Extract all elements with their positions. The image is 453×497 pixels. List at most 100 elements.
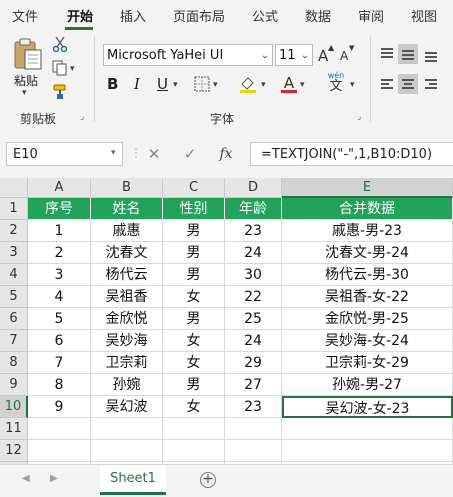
table-cell[interactable]: 男 xyxy=(163,374,225,396)
font-color-dropdown-icon[interactable]: ▾ xyxy=(300,80,305,90)
font-launcher-icon[interactable]: ⌟ xyxy=(357,113,365,122)
empty-cell[interactable] xyxy=(282,440,453,462)
sheet-tab-sheet1[interactable]: Sheet1 xyxy=(100,465,166,495)
empty-cell[interactable] xyxy=(28,418,91,440)
cut-icon[interactable] xyxy=(52,36,68,52)
tab-insert[interactable]: 插入 xyxy=(120,6,146,25)
table-cell[interactable]: 戚惠-男-23 xyxy=(282,220,453,242)
table-cell[interactable]: 孙婉 xyxy=(91,374,163,396)
fill-color-icon[interactable] xyxy=(238,74,258,94)
align-left-icon[interactable] xyxy=(377,74,397,94)
worksheet-grid[interactable]: ABCDE 12345678910111213 序号姓名性别年龄合并数据1戚惠男… xyxy=(0,178,453,484)
row-header-4[interactable]: 4 xyxy=(0,264,28,286)
table-cell[interactable]: 24 xyxy=(225,242,282,264)
name-box-dropdown-icon[interactable]: ▾ xyxy=(111,148,116,158)
table-cell[interactable]: 吴祖香-女-22 xyxy=(282,286,453,308)
table-cell[interactable]: 沈春文-男-24 xyxy=(282,242,453,264)
table-cell[interactable]: 孙婉-男-27 xyxy=(282,374,453,396)
table-cell[interactable]: 男 xyxy=(163,264,225,286)
row-header-3[interactable]: 3 xyxy=(0,242,28,264)
table-cell[interactable]: 女 xyxy=(163,330,225,352)
select-all-corner[interactable] xyxy=(0,178,28,198)
row-header-11[interactable]: 11 xyxy=(0,418,28,440)
column-header-c[interactable]: C xyxy=(163,178,225,198)
table-header-cell[interactable]: 姓名 xyxy=(91,198,163,220)
table-cell[interactable]: 卫宗莉 xyxy=(91,352,163,374)
column-header-e[interactable]: E xyxy=(282,178,453,198)
table-cell[interactable]: 3 xyxy=(28,264,91,286)
empty-cell[interactable] xyxy=(282,418,453,440)
row-header-7[interactable]: 7 xyxy=(0,330,28,352)
column-header-b[interactable]: B xyxy=(91,178,163,198)
table-cell[interactable]: 金欣悦-男-25 xyxy=(282,308,453,330)
underline-dropdown-icon[interactable]: ▾ xyxy=(173,80,178,90)
align-bottom-icon[interactable] xyxy=(421,44,441,64)
table-cell[interactable]: 9 xyxy=(28,396,91,418)
table-cell[interactable]: 金欣悦 xyxy=(91,308,163,330)
table-cell[interactable]: 24 xyxy=(225,330,282,352)
table-cell[interactable]: 4 xyxy=(28,286,91,308)
table-cell[interactable]: 30 xyxy=(225,264,282,286)
italic-button[interactable]: I xyxy=(134,75,140,93)
borders-icon[interactable] xyxy=(193,75,211,93)
table-cell[interactable]: 沈春文 xyxy=(91,242,163,264)
clipboard-launcher-icon[interactable]: ⌟ xyxy=(80,113,88,122)
phonetic-dropdown-icon[interactable]: ▾ xyxy=(350,80,355,90)
fill-color-dropdown-icon[interactable]: ▾ xyxy=(261,80,266,90)
table-cell[interactable]: 戚惠 xyxy=(91,220,163,242)
borders-dropdown-icon[interactable]: ▾ xyxy=(213,80,218,90)
align-right-icon[interactable] xyxy=(421,74,441,94)
table-cell[interactable]: 23 xyxy=(225,220,282,242)
table-cell[interactable]: 2 xyxy=(28,242,91,264)
table-cell[interactable]: 27 xyxy=(225,374,282,396)
column-header-a[interactable]: A xyxy=(28,178,91,198)
tab-review[interactable]: 审阅 xyxy=(358,6,384,25)
table-cell[interactable]: 吴妙海-女-24 xyxy=(282,330,453,352)
table-cell[interactable]: 男 xyxy=(163,308,225,330)
copy-icon[interactable] xyxy=(52,60,68,76)
insert-function-button[interactable]: fx xyxy=(215,142,237,166)
row-header-1[interactable]: 1 xyxy=(0,198,28,220)
empty-cell[interactable] xyxy=(225,418,282,440)
row-header-10[interactable]: 10 xyxy=(0,396,28,418)
table-cell[interactable]: 卫宗莉-女-29 xyxy=(282,352,453,374)
font-color-button[interactable]: A xyxy=(281,73,297,93)
row-header-9[interactable]: 9 xyxy=(0,374,28,396)
table-cell[interactable]: 23 xyxy=(225,396,282,418)
table-cell[interactable]: 男 xyxy=(163,242,225,264)
grow-font-button[interactable]: A xyxy=(318,47,328,65)
row-header-5[interactable]: 5 xyxy=(0,286,28,308)
align-middle-icon[interactable] xyxy=(398,44,418,64)
align-center-icon[interactable] xyxy=(398,74,418,94)
empty-cell[interactable] xyxy=(163,440,225,462)
font-name-select[interactable]: Microsoft YaHei UI ⌄ xyxy=(103,44,273,66)
table-header-cell[interactable]: 序号 xyxy=(28,198,91,220)
tab-formulas[interactable]: 公式 xyxy=(252,6,278,25)
table-cell[interactable]: 杨代云-男-30 xyxy=(282,264,453,286)
row-header-2[interactable]: 2 xyxy=(0,220,28,242)
tab-home[interactable]: 开始 xyxy=(67,6,93,25)
empty-cell[interactable] xyxy=(163,418,225,440)
shrink-font-button[interactable]: A xyxy=(340,49,348,63)
table-cell[interactable]: 25 xyxy=(225,308,282,330)
formula-input[interactable]: =TEXTJOIN("-",1,B10:D10) xyxy=(250,142,453,166)
table-header-cell[interactable]: 年龄 xyxy=(225,198,282,220)
underline-button[interactable]: U xyxy=(157,75,168,93)
table-cell[interactable]: 29 xyxy=(225,352,282,374)
tab-page-layout[interactable]: 页面布局 xyxy=(173,6,225,25)
name-box[interactable]: E10 xyxy=(6,142,123,166)
row-header-6[interactable]: 6 xyxy=(0,308,28,330)
font-size-select[interactable]: 11 ⌄ xyxy=(275,44,313,66)
table-cell[interactable]: 22 xyxy=(225,286,282,308)
enter-formula-button[interactable]: ✓ xyxy=(179,142,201,166)
tab-data[interactable]: 数据 xyxy=(305,6,331,25)
table-cell[interactable]: 吴祖香 xyxy=(91,286,163,308)
add-sheet-button[interactable]: + xyxy=(200,472,216,488)
paste-icon[interactable] xyxy=(10,36,46,72)
table-header-cell[interactable]: 性别 xyxy=(163,198,225,220)
paste-button-label[interactable]: 粘贴 xyxy=(14,72,38,89)
row-header-12[interactable]: 12 xyxy=(0,440,28,462)
table-header-cell[interactable]: 合并数据 xyxy=(282,198,453,220)
align-top-icon[interactable] xyxy=(377,44,397,64)
phonetic-guide-button[interactable]: wén 文 xyxy=(325,71,347,95)
